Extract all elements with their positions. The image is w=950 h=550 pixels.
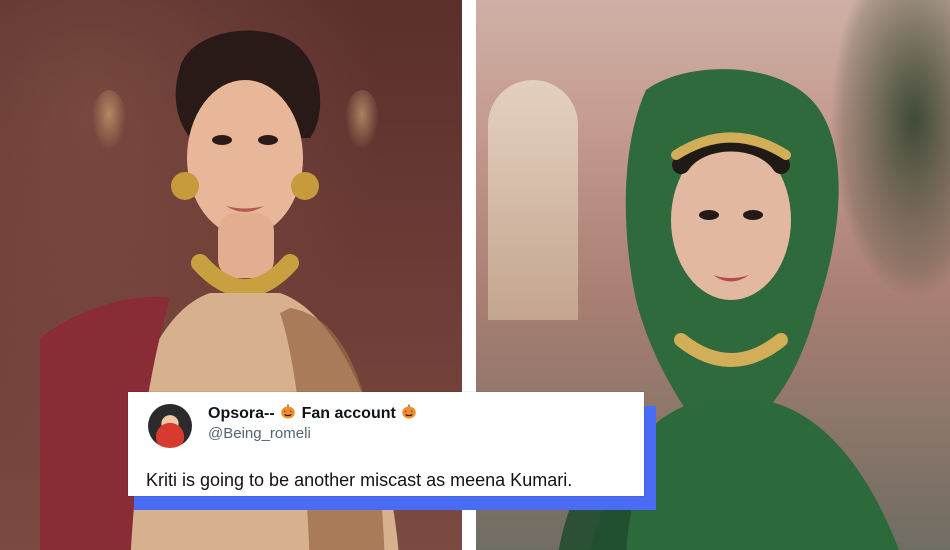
display-name-middle[interactable]: Fan account bbox=[302, 405, 401, 422]
tweet-card[interactable]: Opsora-- Fan account @Being_romeli Kriti… bbox=[128, 392, 644, 496]
user-handle[interactable]: @Being_romeli bbox=[208, 425, 311, 442]
avatar[interactable] bbox=[148, 404, 192, 448]
tweet-text: Kriti is going to be another miscast as … bbox=[146, 470, 573, 490]
display-name[interactable]: Opsora-- Fan account bbox=[208, 402, 418, 425]
pumpkin-icon bbox=[400, 402, 418, 425]
display-name-prefix[interactable]: Opsora-- bbox=[208, 405, 275, 422]
pumpkin-icon bbox=[279, 402, 297, 425]
